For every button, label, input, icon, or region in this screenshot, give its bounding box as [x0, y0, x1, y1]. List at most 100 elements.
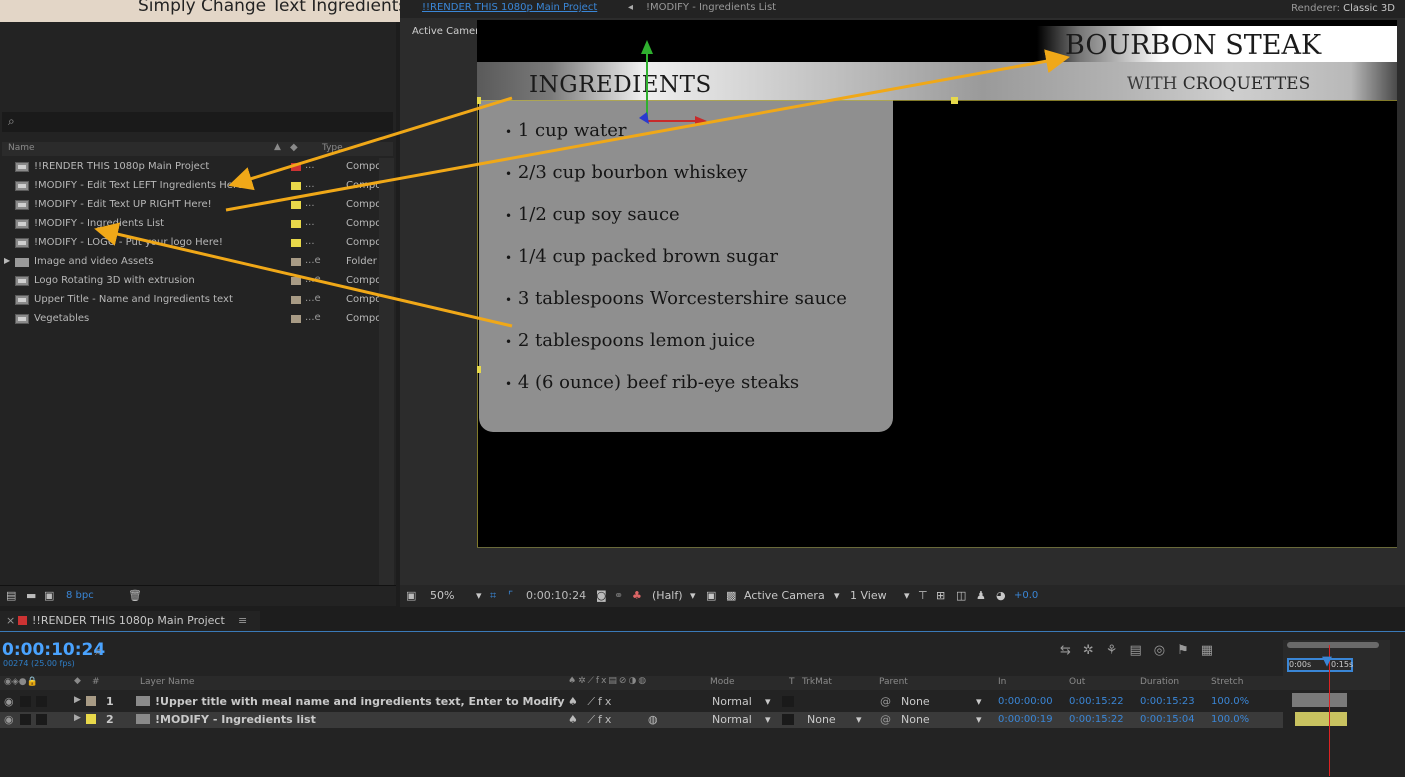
time-ruler[interactable]: 0:00s 0:15s: [1283, 640, 1390, 690]
label-swatch[interactable]: [291, 182, 301, 190]
view-dropdown-icon[interactable]: ▾: [904, 589, 910, 602]
project-search-input[interactable]: ⌕: [2, 112, 393, 132]
bpc-button[interactable]: 8 bpc: [66, 590, 94, 601]
composition-canvas[interactable]: BOURBON STEAK WITH CROQUETTES INGREDIENT…: [477, 20, 1397, 548]
label-swatch[interactable]: [291, 296, 301, 304]
project-item[interactable]: !MODIFY - Ingredients List... Composi: [0, 215, 394, 234]
pickwhip-icon[interactable]: @: [880, 695, 891, 708]
solo-toggle[interactable]: [20, 714, 31, 725]
layer-switches-icons[interactable]: ♠ ⟋fx: [568, 713, 614, 727]
timeline-tab[interactable]: × !!RENDER THIS 1080p Main Project ≡: [0, 611, 260, 631]
visibility-eye-icon[interactable]: ◉: [4, 713, 14, 726]
in-point[interactable]: 0:00:00:00: [998, 696, 1053, 707]
interpret-footage-icon[interactable]: ▤: [6, 589, 16, 602]
column-layer-name[interactable]: Layer Name: [140, 677, 195, 687]
expand-triangle-icon[interactable]: ▶: [4, 256, 10, 265]
zoom-select[interactable]: 50%: [430, 589, 454, 602]
camera-dropdown-icon[interactable]: ▾: [834, 589, 840, 602]
comp-tab-ingredients[interactable]: !MODIFY - Ingredients List: [646, 2, 776, 13]
layer-switches-icons[interactable]: ♠ ⟋fx: [568, 695, 614, 709]
project-item[interactable]: Image and video Assets ...e Folder ▶: [0, 253, 394, 272]
label-swatch[interactable]: [291, 201, 301, 209]
exposure-value[interactable]: +0.0: [1014, 590, 1038, 601]
blend-mode-dropdown-icon[interactable]: ▾: [765, 713, 771, 726]
camera-icon[interactable]: ◙: [596, 589, 607, 602]
duration-value[interactable]: 0:00:15:23: [1140, 696, 1195, 707]
transform-handle[interactable]: [951, 97, 958, 104]
expand-triangle-icon[interactable]: ▶: [74, 713, 81, 723]
lock-toggle[interactable]: [36, 696, 47, 707]
fit-frame-icon[interactable]: ⌗: [490, 589, 496, 603]
viewer-timecode[interactable]: 0:00:10:24: [526, 589, 586, 602]
out-point[interactable]: 0:00:15:22: [1069, 714, 1124, 725]
menu-icon[interactable]: ≡: [238, 614, 247, 627]
project-item[interactable]: Vegetables ...e Composi: [0, 310, 394, 329]
layer-label-swatch[interactable]: [86, 714, 96, 724]
new-composition-icon[interactable]: ▣: [44, 589, 54, 602]
timeline-switches-icons[interactable]: ⇆✲⚘▤◎⚑▦: [1060, 643, 1225, 658]
out-point[interactable]: 0:00:15:22: [1069, 696, 1124, 707]
timeline-layer-row[interactable]: ◉ ▶ 2 !MODIFY - Ingredients list ♠ ⟋fx Normal…: [0, 712, 1283, 728]
label-swatch[interactable]: [291, 239, 301, 247]
trash-icon[interactable]: 🗑: [128, 589, 142, 602]
project-scrollbar[interactable]: [379, 158, 394, 585]
label-swatch[interactable]: [291, 163, 301, 171]
color-management-icon[interactable]: ⚭: [614, 589, 623, 602]
flowchart-icon[interactable]: ♟: [976, 589, 986, 602]
stretch-value[interactable]: 100.0%: [1211, 714, 1249, 725]
blend-mode-select[interactable]: Normal: [712, 695, 752, 708]
pickwhip-icon[interactable]: @: [880, 713, 891, 726]
channel-icon[interactable]: ♣: [632, 589, 642, 602]
solo-toggle[interactable]: [20, 696, 31, 707]
timeline-timecode[interactable]: 0:00:10:24: [2, 640, 105, 660]
transparency-grid-icon[interactable]: ▩: [726, 589, 736, 602]
stretch-value[interactable]: 100.0%: [1211, 696, 1249, 707]
resolution-dropdown-icon[interactable]: ▾: [690, 589, 696, 602]
preserve-transparency-toggle[interactable]: [782, 714, 794, 725]
lock-toggle[interactable]: [36, 714, 47, 725]
label-swatch[interactable]: [291, 258, 301, 266]
comp-tab-main[interactable]: !!RENDER THIS 1080p Main Project: [422, 2, 597, 13]
view-layout-select[interactable]: 1 View: [850, 589, 887, 602]
renderer-label[interactable]: Renderer: Classic 3D: [1291, 3, 1395, 14]
layer-name[interactable]: !MODIFY - Ingredients list: [155, 713, 316, 726]
preserve-transparency-toggle[interactable]: [782, 696, 794, 707]
expand-triangle-icon[interactable]: ▶: [74, 695, 81, 705]
blend-mode-select[interactable]: Normal: [712, 713, 752, 726]
label-swatch[interactable]: [291, 277, 301, 285]
camera-select[interactable]: Active Camera: [744, 589, 825, 602]
transform-handle[interactable]: [477, 97, 481, 104]
parent-select[interactable]: None: [901, 713, 930, 726]
project-item[interactable]: !MODIFY - Edit Text LEFT Ingredients Her…: [0, 177, 394, 196]
timeline-layer-row[interactable]: ◉ ▶ 1 !Upper title with meal name and ingre…: [0, 694, 1283, 710]
3d-layer-icon[interactable]: ◍: [648, 713, 658, 726]
snapshot-icon[interactable]: ▣: [406, 589, 416, 602]
trkmat-select[interactable]: None: [807, 713, 836, 726]
toggle-pixel-icon[interactable]: ⊤: [918, 589, 928, 602]
project-item[interactable]: !MODIFY - Edit Text UP RIGHT Here!... Com…: [0, 196, 394, 215]
roi-icon[interactable]: ▣: [706, 589, 716, 602]
label-swatch[interactable]: [291, 220, 301, 228]
timeline-icon[interactable]: ◫: [956, 589, 966, 602]
visibility-eye-icon[interactable]: ◉: [4, 695, 14, 708]
blend-mode-dropdown-icon[interactable]: ▾: [765, 695, 771, 708]
project-item[interactable]: Upper Title - Name and Ingredients text.…: [0, 291, 394, 310]
layer-search-icon[interactable]: ⌕: [95, 644, 102, 659]
fast-preview-icon[interactable]: ⊞: [936, 589, 945, 602]
label-swatch[interactable]: [291, 315, 301, 323]
column-type[interactable]: Type: [322, 143, 343, 153]
project-item[interactable]: Logo Rotating 3D with extrusion ...e Compo…: [0, 272, 394, 291]
parent-dropdown-icon[interactable]: ▾: [976, 695, 982, 708]
layer-label-swatch[interactable]: [86, 696, 96, 706]
playhead-marker-icon[interactable]: ▼: [1322, 654, 1332, 669]
axis-gizmo[interactable]: [617, 36, 707, 131]
work-area-bar[interactable]: [1287, 642, 1379, 648]
column-name[interactable]: Name: [8, 143, 35, 153]
reset-exposure-icon[interactable]: ◕: [996, 589, 1006, 602]
close-icon[interactable]: ×: [6, 614, 15, 627]
layer-duration-bar[interactable]: [1292, 693, 1347, 707]
parent-select[interactable]: None: [901, 695, 930, 708]
in-point[interactable]: 0:00:00:19: [998, 714, 1053, 725]
layer-name[interactable]: !Upper title with meal name and ingredie…: [155, 695, 565, 708]
new-folder-icon[interactable]: ▬: [26, 589, 36, 602]
